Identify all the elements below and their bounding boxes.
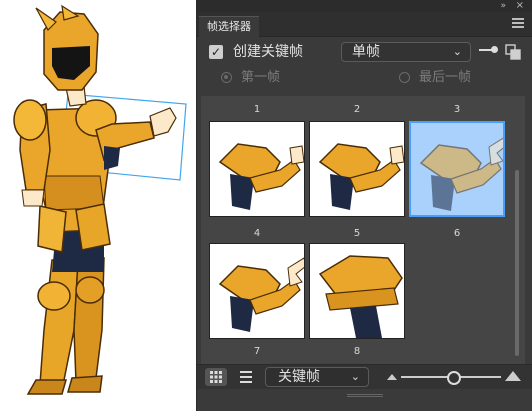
frame-number-5: 5 — [353, 228, 361, 239]
frame-thumbnail-3[interactable] — [409, 121, 505, 217]
zoom-in-icon[interactable] — [505, 371, 521, 381]
collapse-panel-icon[interactable]: » — [500, 0, 506, 12]
frame-picker-panel: » × 帧选择器 ✓ 创建关键帧 单帧 ⌄ 第一帧 最后一帧 1 2 3 4 5 6 7 8 — [196, 0, 532, 411]
radio-last-frame-label: 最后一帧 — [419, 70, 472, 85]
create-keyframe-row: ✓ 创建关键帧 单帧 ⌄ — [197, 40, 532, 64]
panel-bottom-bar: 关键帧 ⌄ — [197, 364, 532, 389]
frame-thumbnail-2[interactable] — [309, 121, 405, 217]
loop-toggle-knob-icon[interactable] — [491, 46, 498, 53]
create-keyframe-checkbox[interactable]: ✓ — [209, 45, 223, 59]
panel-tab-bar: 帧选择器 — [197, 12, 532, 37]
mode-dropdown[interactable]: 单帧 ⌄ — [341, 42, 471, 62]
frame-grid-scrollbar[interactable] — [515, 170, 519, 356]
frame-filter-dropdown[interactable]: 关键帧 ⌄ — [265, 367, 369, 387]
frame-number-1: 1 — [253, 104, 261, 115]
loop-position-row: 第一帧 最后一帧 — [197, 66, 532, 88]
check-icon: ✓ — [210, 45, 222, 59]
tab-frame-picker[interactable]: 帧选择器 — [199, 16, 259, 37]
panel-resize-grip[interactable] — [347, 394, 383, 398]
chevron-down-icon: ⌄ — [350, 370, 360, 383]
frame-number-7: 7 — [253, 346, 261, 357]
radio-last-frame[interactable] — [399, 72, 410, 83]
armored-knight-character[interactable] — [0, 0, 196, 411]
panel-title-strip[interactable] — [197, 0, 532, 12]
chevron-down-icon: ⌄ — [452, 45, 462, 58]
frame-number-2: 2 — [353, 104, 361, 115]
list-view-button[interactable] — [235, 368, 257, 386]
close-panel-icon[interactable]: × — [516, 0, 524, 12]
layers-icon[interactable] — [505, 44, 521, 60]
zoom-slider-knob[interactable] — [447, 371, 461, 385]
frame-number-8: 8 — [353, 346, 361, 357]
frame-number-4: 4 — [253, 228, 261, 239]
zoom-out-icon[interactable] — [387, 374, 397, 380]
mode-dropdown-value: 单帧 — [352, 44, 380, 60]
stage-canvas[interactable] — [0, 0, 196, 411]
list-view-icon — [240, 371, 252, 383]
frame-thumbnail-5[interactable] — [309, 243, 405, 339]
frame-thumbnail-1[interactable] — [209, 121, 305, 217]
frame-number-3: 3 — [453, 104, 461, 115]
create-keyframe-label: 创建关键帧 — [233, 44, 303, 60]
panel-menu-icon[interactable] — [512, 18, 524, 30]
grid-view-button[interactable] — [205, 368, 227, 386]
frame-thumbnail-4[interactable] — [209, 243, 305, 339]
grid-view-icon — [210, 371, 222, 383]
radio-first-frame[interactable] — [221, 72, 232, 83]
frame-filter-value: 关键帧 — [278, 369, 320, 385]
radio-first-frame-label: 第一帧 — [241, 70, 281, 85]
frame-number-6: 6 — [453, 228, 461, 239]
